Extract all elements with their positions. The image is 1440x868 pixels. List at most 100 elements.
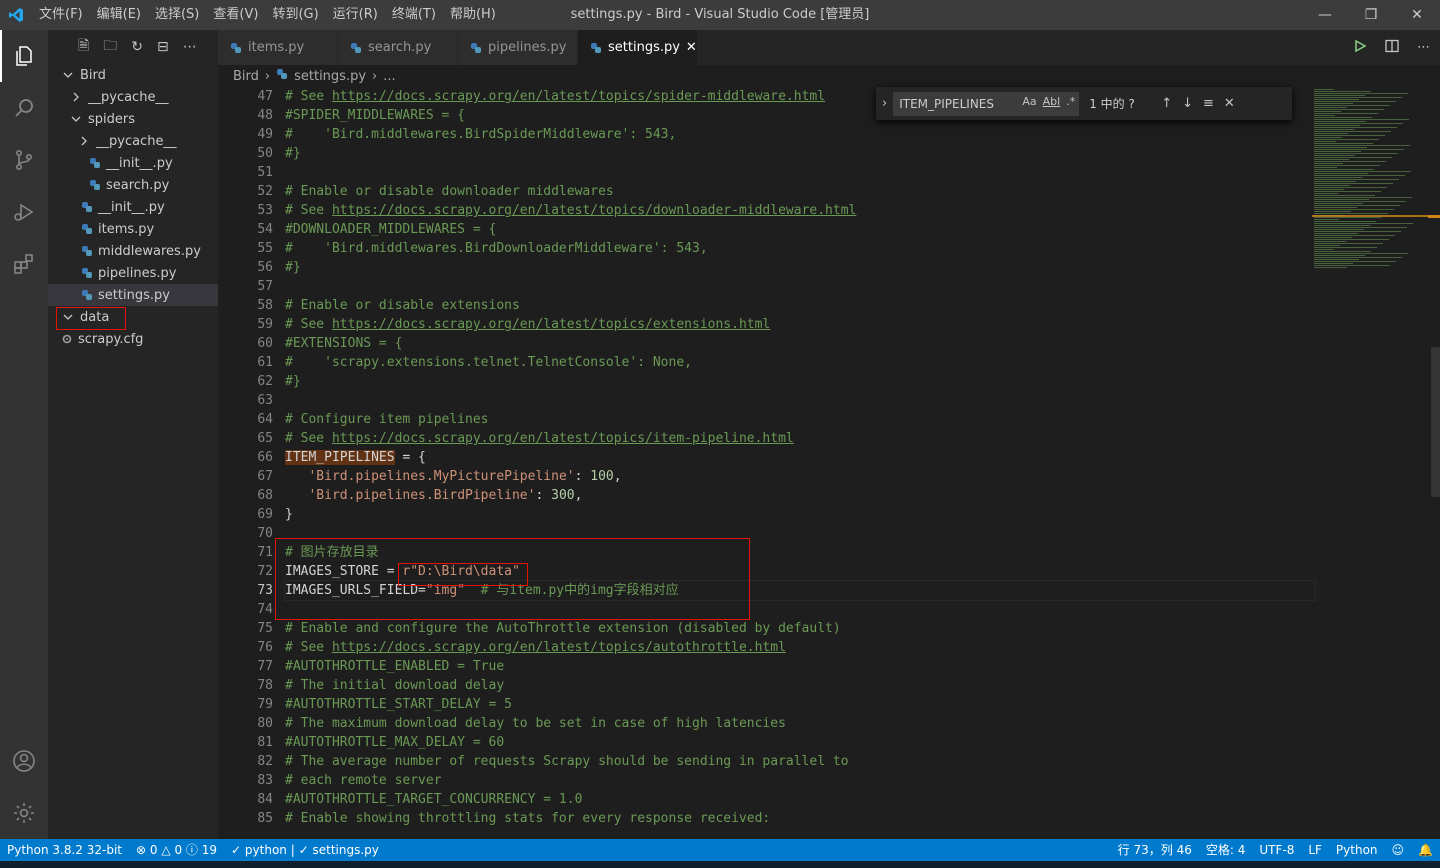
code-line[interactable]: # Enable showing throttling stats for ev…: [285, 809, 1315, 828]
minimap[interactable]: [1312, 87, 1428, 287]
arrow-down-icon[interactable]: ↓: [1182, 96, 1193, 111]
code-line[interactable]: IMAGES_URLS_FIELD="img" # 与item.py中的img字…: [284, 580, 1316, 601]
file-encoding[interactable]: UTF-8: [1252, 839, 1301, 861]
python-interpreter[interactable]: Python 3.8.2 32-bit: [0, 839, 129, 861]
vertical-scrollbar[interactable]: [1428, 87, 1440, 839]
menu-selection[interactable]: 选择(S): [148, 0, 206, 30]
tab-items[interactable]: items.py: [218, 30, 338, 65]
tree-item[interactable]: __pycache__: [48, 130, 218, 152]
refresh-icon[interactable]: ↻: [131, 39, 143, 55]
tab-search[interactable]: search.py: [338, 30, 458, 65]
code-line[interactable]: #AUTOTHROTTLE_TARGET_CONCURRENCY = 1.0: [285, 790, 1315, 809]
chevron-down-icon[interactable]: [68, 114, 84, 124]
tree-item[interactable]: scrapy.cfg: [48, 328, 218, 350]
chevron-down-icon[interactable]: [60, 312, 76, 322]
tree-item[interactable]: middlewares.py: [48, 240, 218, 262]
tree-item[interactable]: pipelines.py: [48, 262, 218, 284]
code-line[interactable]: # Enable or disable extensions: [285, 296, 1315, 315]
check-python-status[interactable]: ✓ python | ✓ settings.py: [224, 839, 386, 861]
code-token[interactable]: https://docs.scrapy.org/en/latest/topics…: [332, 431, 794, 446]
more-actions-icon[interactable]: ⋯: [183, 39, 197, 55]
search-icon[interactable]: [0, 82, 48, 134]
code-line[interactable]: # The initial download delay: [285, 676, 1315, 695]
code-token[interactable]: https://docs.scrapy.org/en/latest/topics…: [332, 317, 770, 332]
end-of-line[interactable]: LF: [1301, 839, 1329, 861]
run-file-icon[interactable]: [1353, 39, 1367, 57]
code-line[interactable]: # Enable or disable downloader middlewar…: [285, 182, 1315, 201]
tree-item[interactable]: Bird: [48, 64, 218, 86]
code-line[interactable]: # See https://docs.scrapy.org/en/latest/…: [285, 429, 1315, 448]
tab-settings[interactable]: settings.py ✕: [578, 30, 698, 65]
code-line[interactable]: # 'Bird.middlewares.BirdSpiderMiddleware…: [285, 125, 1315, 144]
menu-edit[interactable]: 编辑(E): [90, 0, 148, 30]
tree-item[interactable]: spiders: [48, 108, 218, 130]
code-line[interactable]: #}: [285, 144, 1315, 163]
code-line[interactable]: # See https://docs.scrapy.org/en/latest/…: [285, 201, 1315, 220]
breadcrumb-file[interactable]: settings.py: [294, 69, 366, 84]
more-editor-actions-icon[interactable]: ⋯: [1417, 40, 1430, 55]
minimize-icon[interactable]: —: [1302, 0, 1348, 30]
close-window-icon[interactable]: ✕: [1394, 0, 1440, 30]
code-line[interactable]: #}: [285, 372, 1315, 391]
tree-item[interactable]: settings.py: [48, 284, 218, 306]
code-token[interactable]: https://docs.scrapy.org/en/latest/topics…: [332, 89, 825, 104]
code-line[interactable]: # 'scrapy.extensions.telnet.TelnetConsol…: [285, 353, 1315, 372]
code-token[interactable]: https://docs.scrapy.org/en/latest/topics…: [332, 640, 786, 655]
account-icon[interactable]: [0, 735, 48, 787]
tree-item[interactable]: __pycache__: [48, 86, 218, 108]
new-file-icon[interactable]: 🗎: [78, 35, 89, 59]
code-line[interactable]: #AUTOTHROTTLE_ENABLED = True: [285, 657, 1315, 676]
code-line[interactable]: # See https://docs.scrapy.org/en/latest/…: [285, 638, 1315, 657]
restore-icon[interactable]: ❐: [1348, 0, 1394, 30]
code-line[interactable]: [285, 600, 1315, 619]
indentation[interactable]: 空格: 4: [1199, 839, 1253, 861]
tree-item[interactable]: data: [48, 306, 218, 328]
match-whole-word-icon[interactable]: Abl: [1043, 95, 1061, 108]
code-line[interactable]: #AUTOTHROTTLE_START_DELAY = 5: [285, 695, 1315, 714]
code-line[interactable]: #AUTOTHROTTLE_MAX_DELAY = 60: [285, 733, 1315, 752]
find-input[interactable]: ITEM_PIPELINES Aa Abl .*: [893, 91, 1080, 116]
breadcrumb-root[interactable]: Bird: [233, 69, 259, 84]
tab-pipelines[interactable]: pipelines.py: [458, 30, 578, 65]
toggle-replace-chevron-icon[interactable]: ›: [882, 96, 887, 111]
extensions-icon[interactable]: [0, 238, 48, 290]
close-find-icon[interactable]: ✕: [1224, 96, 1235, 111]
menu-file[interactable]: 文件(F): [32, 0, 90, 30]
use-regex-icon[interactable]: .*: [1066, 95, 1075, 108]
settings-gear-icon[interactable]: [0, 787, 48, 839]
code-token[interactable]: https://docs.scrapy.org/en/latest/topics…: [332, 203, 856, 218]
run-debug-icon[interactable]: [0, 186, 48, 238]
breadcrumb-more[interactable]: ...: [383, 69, 395, 84]
menu-help[interactable]: 帮助(H): [443, 0, 503, 30]
tree-item[interactable]: __init__.py: [48, 196, 218, 218]
code-line[interactable]: # each remote server: [285, 771, 1315, 790]
code-line[interactable]: 'Bird.pipelines.MyPicturePipeline': 100,: [285, 467, 1315, 486]
collapse-all-icon[interactable]: ⊟: [157, 39, 169, 55]
code-line[interactable]: ITEM_PIPELINES = {: [285, 448, 1315, 467]
notifications-bell-icon[interactable]: 🔔: [1411, 839, 1440, 861]
menu-view[interactable]: 查看(V): [206, 0, 265, 30]
code-line[interactable]: # The average number of requests Scrapy …: [285, 752, 1315, 771]
menu-run[interactable]: 运行(R): [326, 0, 385, 30]
chevron-right-icon[interactable]: [68, 92, 84, 102]
code-line[interactable]: # The maximum download delay to be set i…: [285, 714, 1315, 733]
close-tab-icon[interactable]: ✕: [686, 40, 697, 55]
tree-item[interactable]: search.py: [48, 174, 218, 196]
code-line[interactable]: # Configure item pipelines: [285, 410, 1315, 429]
chevron-down-icon[interactable]: [60, 70, 76, 80]
code-line[interactable]: # 'Bird.middlewares.BirdDownloaderMiddle…: [285, 239, 1315, 258]
feedback-icon[interactable]: ☺: [1385, 839, 1412, 861]
explorer-icon[interactable]: [0, 30, 48, 82]
chevron-right-icon[interactable]: [76, 136, 92, 146]
code-line[interactable]: #}: [285, 258, 1315, 277]
code-lines[interactable]: # See https://docs.scrapy.org/en/latest/…: [284, 87, 1316, 828]
tree-item[interactable]: __init__.py: [48, 152, 218, 174]
code-line[interactable]: #DOWNLOADER_MIDDLEWARES = {: [285, 220, 1315, 239]
code-line[interactable]: 'Bird.pipelines.BirdPipeline': 300,: [285, 486, 1315, 505]
arrow-up-icon[interactable]: ↑: [1161, 96, 1172, 111]
language-mode[interactable]: Python: [1329, 839, 1385, 861]
cursor-position[interactable]: 行 73，列 46: [1111, 839, 1199, 861]
code-line[interactable]: #EXTENSIONS = {: [285, 334, 1315, 353]
code-line[interactable]: [285, 524, 1315, 543]
source-control-icon[interactable]: [0, 134, 48, 186]
